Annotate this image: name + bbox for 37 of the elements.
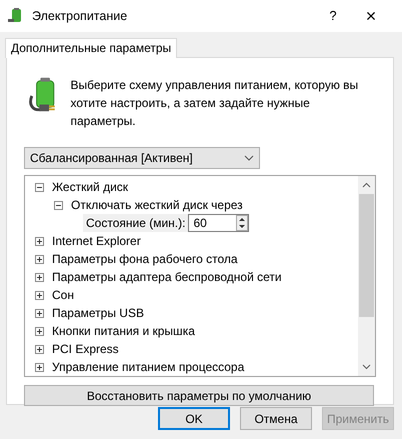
minutes-spin-field[interactable]: 60 (188, 214, 250, 232)
expand-icon[interactable] (35, 272, 44, 282)
setting-label: Состояние (мин.): (85, 215, 186, 232)
expand-icon[interactable] (35, 326, 44, 336)
expand-icon[interactable] (35, 308, 44, 318)
help-button[interactable]: ? (318, 6, 348, 26)
close-button[interactable]: × (348, 2, 394, 30)
scroll-thumb[interactable] (359, 194, 374, 317)
dialog-button[interactable]: OK (158, 407, 230, 430)
tree-item[interactable]: Управление питанием процессора (52, 358, 244, 376)
expand-icon[interactable] (35, 236, 44, 246)
tree-item[interactable]: Internet Explorer (52, 232, 141, 250)
scroll-up-icon[interactable] (362, 182, 371, 188)
scrollbar[interactable] (358, 176, 375, 376)
expand-icon[interactable] (35, 362, 44, 372)
tree-item[interactable]: PCI Express (52, 340, 119, 358)
expand-icon[interactable] (35, 290, 44, 300)
expand-icon[interactable] (35, 344, 44, 354)
spin-arrows-icon[interactable] (236, 215, 248, 231)
scroll-down-icon[interactable] (362, 364, 371, 370)
tree-item[interactable]: Жесткий диск (52, 178, 128, 196)
tree-item[interactable]: Кнопки питания и крышка (52, 322, 195, 340)
scheme-dropdown[interactable]: Сбалансированная [Активен] (24, 147, 260, 169)
expand-icon[interactable] (35, 254, 44, 264)
description-text: Выберите схему управления питанием, которую вы хотите настроить, а затем задайте нужные параметры. (70, 77, 360, 130)
chevron-down-icon (244, 155, 254, 161)
collapse-icon[interactable] (35, 182, 44, 192)
tree-item[interactable]: Параметры фона рабочего стола (52, 250, 238, 268)
collapse-icon[interactable] (54, 200, 63, 210)
window-title: Электропитание (32, 8, 128, 25)
tree-item[interactable]: Сон (52, 286, 74, 304)
dialog-button[interactable]: Отмена (240, 407, 312, 430)
tree-item[interactable]: Отключать жесткий диск через (71, 196, 243, 214)
tree-item[interactable]: Параметры адаптера беспроводной сети (52, 268, 282, 286)
tree-item[interactable]: Параметры USB (52, 304, 144, 322)
tab[interactable]: Дополнительные параметры (5, 38, 178, 58)
restore-defaults-button[interactable]: Восстановить параметры по умолчанию (24, 385, 374, 406)
